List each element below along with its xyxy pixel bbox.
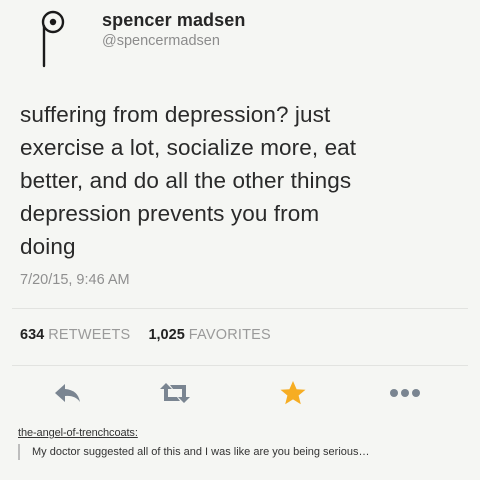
reply-button[interactable] xyxy=(50,378,86,408)
favorites-count: 1,025 xyxy=(148,327,185,343)
retweets-stat[interactable]: 634 RETWEETS xyxy=(20,327,134,343)
tweet-text-line: depression prevents you from xyxy=(20,201,320,226)
favorites-stat[interactable]: 1,025 FAVORITES xyxy=(148,327,270,343)
tweet-text: suffering from depression? just exercise… xyxy=(20,98,470,263)
tweet-text-line: exercise a lot, socialize more, eat xyxy=(20,135,357,160)
retweet-icon xyxy=(160,383,190,403)
avatar[interactable] xyxy=(36,8,70,70)
tweet-text-line: suffering from depression? just xyxy=(20,102,331,127)
favorite-button[interactable] xyxy=(275,378,311,408)
tweet-text-line: better, and do all the other things xyxy=(20,168,352,193)
tweet-stats: 634 RETWEETS 1,025 FAVORITES xyxy=(20,327,271,343)
star-icon xyxy=(280,381,306,405)
letter-p-icon xyxy=(41,10,65,68)
tweet-text-line: doing xyxy=(20,234,76,259)
divider xyxy=(12,308,468,309)
retweets-count: 634 xyxy=(20,327,45,343)
more-button[interactable] xyxy=(387,378,423,408)
retweets-label: RETWEETS xyxy=(48,327,131,343)
more-dots-icon xyxy=(390,389,420,397)
divider xyxy=(12,365,468,366)
comment-text: My doctor suggested all of this and I wa… xyxy=(18,444,370,460)
tweet-timestamp[interactable]: 7/20/15, 9:46 AM xyxy=(20,272,130,288)
tweet-actions xyxy=(0,378,480,408)
display-name[interactable]: spencer madsen xyxy=(102,10,245,31)
favorites-label: FAVORITES xyxy=(188,327,271,343)
user-handle[interactable]: @spencermadsen xyxy=(102,33,220,49)
reply-icon xyxy=(55,384,80,402)
comment-author[interactable]: the-angel-of-trenchcoats: xyxy=(18,427,138,439)
retweet-button[interactable] xyxy=(157,378,193,408)
screenshot: spencer madsen @spencermadsen suffering … xyxy=(0,0,480,480)
